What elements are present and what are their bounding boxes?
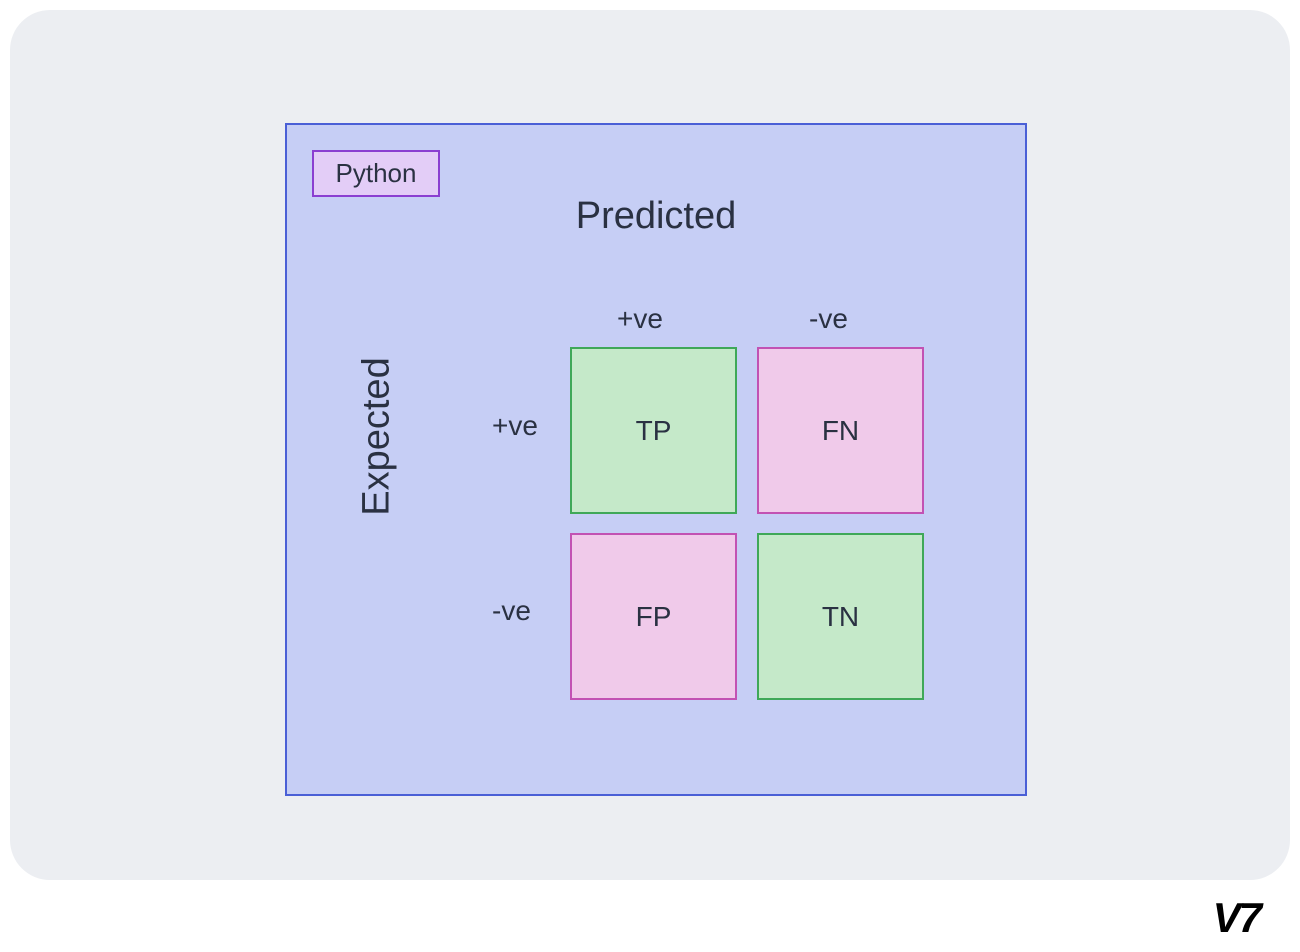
column-header-negative: -ve [809,303,848,335]
column-header-positive: +ve [617,303,663,335]
confusion-matrix-panel: Python Predicted Expected +ve -ve +ve -v… [285,123,1027,796]
language-tag: Python [312,150,440,197]
axis-predicted-label: Predicted [287,195,1025,238]
cell-true-negative: TN [757,533,924,700]
row-header-negative: -ve [492,595,531,627]
axis-expected-label: Expected [356,337,399,537]
row-header-positive: +ve [492,410,538,442]
cell-false-negative: FN [757,347,924,514]
outer-container: Python Predicted Expected +ve -ve +ve -v… [10,10,1290,880]
cell-false-positive: FP [570,533,737,700]
brand-logo: V7 [1213,894,1260,942]
cell-true-positive: TP [570,347,737,514]
